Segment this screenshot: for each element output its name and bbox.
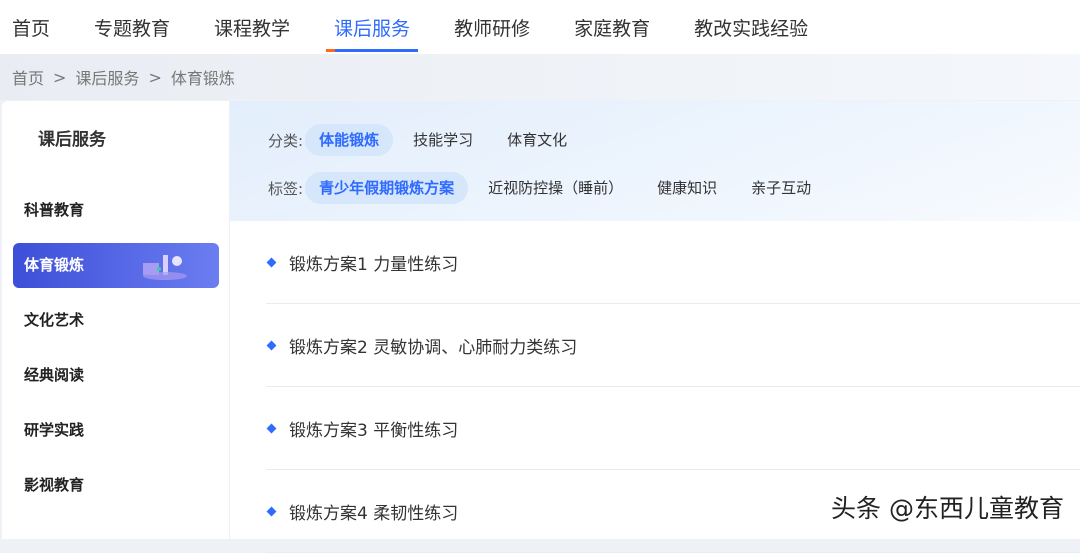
sidebar-item-label: 科普教育 [24,201,85,219]
nav-topics[interactable]: 专题教育 [94,0,170,54]
nav-courses[interactable]: 课程教学 [214,0,290,54]
filter-panel: 分类: 体能锻炼 技能学习 体育文化 标签: 青少年假期锻炼方案 近视防控操（睡… [230,101,1080,221]
diamond-bullet-icon [266,257,277,267]
list-item-title: 锻炼方案2 灵敏协调、心肺耐力类练习 [289,337,578,358]
tag-chip[interactable]: 近视防控操（睡前） [474,172,637,204]
sidebar-item-reading[interactable]: 经典阅读 [13,353,219,398]
sidebar-title: 课后服务 [38,130,106,150]
category-filter: 分类: 体能锻炼 技能学习 体育文化 [268,123,1080,157]
breadcrumb-after-school[interactable]: 课后服务 [75,65,139,89]
diamond-bullet-icon [266,423,277,433]
sidebar-item-label: 经典阅读 [24,366,85,384]
tag-label: 标签: [268,179,304,198]
sidebar-item-sports[interactable]: 体育锻炼 [13,243,219,288]
diamond-bullet-icon [266,506,277,516]
nav-family[interactable]: 家庭教育 [574,0,650,54]
watermark: 头条 @东西儿童教育 [831,494,1064,523]
sidebar-item-label: 文化艺术 [24,311,85,329]
sidebar-item-label: 影视教育 [24,476,85,494]
sidebar-item-study-tour[interactable]: 研学实践 [13,408,219,453]
top-nav: 首页 专题教育 课程教学 课后服务 教师研修 家庭教育 教改实践经验 [0,0,1080,54]
category-chip[interactable]: 体育文化 [493,124,581,156]
category-label: 分类: [268,131,304,150]
nav-teacher-training[interactable]: 教师研修 [454,0,530,54]
tag-chip[interactable]: 健康知识 [643,172,731,204]
sidebar-item-label: 体育锻炼 [24,256,85,274]
list-item-title: 锻炼方案1 力量性练习 [289,254,459,275]
list-item-title: 锻炼方案3 平衡性练习 [289,420,459,441]
tag-filter: 标签: 青少年假期锻炼方案 近视防控操（睡前） 健康知识 亲子互动 [268,171,1080,205]
breadcrumb: 首页 > 课后服务 > 体育锻炼 [0,54,1080,100]
diamond-bullet-icon [266,340,277,350]
list-item-title: 锻炼方案4 柔韧性练习 [289,503,459,524]
content-area: 分类: 体能锻炼 技能学习 体育文化 标签: 青少年假期锻炼方案 近视防控操（睡… [229,101,1080,553]
sidebar: 课后服务 科普教育 体育锻炼 文化艺术 经典阅读 研学实践 影视教育 [2,101,229,539]
sidebar-item-film[interactable]: 影视教育 [13,463,219,508]
sidebar-item-arts[interactable]: 文化艺术 [13,298,219,343]
tag-chip[interactable]: 亲子互动 [737,172,825,204]
list-item[interactable]: 锻炼方案1 力量性练习 [266,221,1080,304]
breadcrumb-home[interactable]: 首页 [12,65,44,89]
sidebar-item-science[interactable]: 科普教育 [13,188,219,233]
nav-home[interactable]: 首页 [12,0,50,54]
sports-illustration-icon [143,255,187,280]
category-chip[interactable]: 体能锻炼 [305,124,394,156]
list-item[interactable]: 锻炼方案2 灵敏协调、心肺耐力类练习 [266,304,1080,387]
category-chip[interactable]: 技能学习 [399,124,487,156]
breadcrumb-current: 体育锻炼 [170,69,235,88]
list-item[interactable]: 锻炼方案3 平衡性练习 [266,387,1080,470]
sidebar-item-label: 研学实践 [24,421,85,439]
tag-chip[interactable]: 青少年假期锻炼方案 [305,172,469,204]
breadcrumb-separator: > [148,67,162,87]
nav-after-school[interactable]: 课后服务 [326,0,419,54]
nav-reform[interactable]: 教改实践经验 [694,0,808,54]
breadcrumb-separator: > [53,67,67,87]
